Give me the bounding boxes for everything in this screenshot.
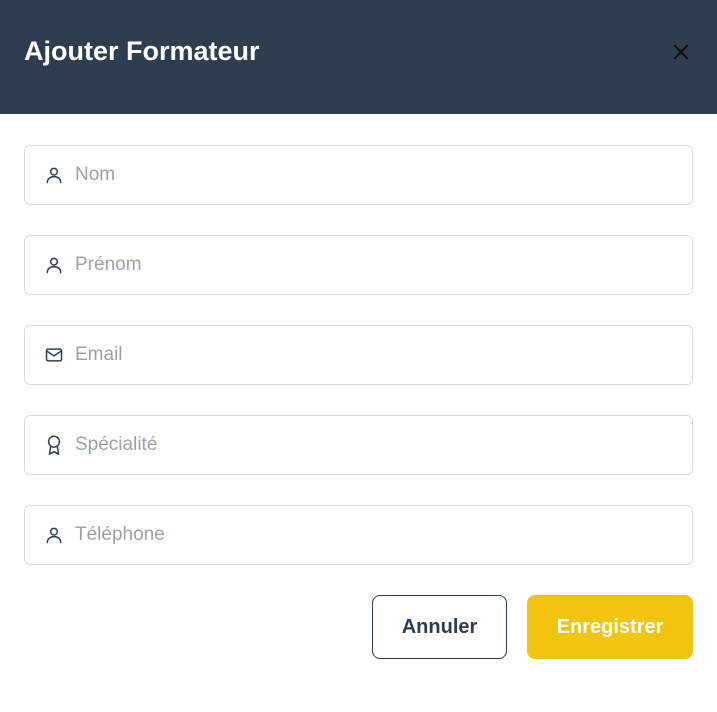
close-button[interactable] (667, 38, 695, 66)
specialite-input[interactable] (75, 416, 675, 474)
close-icon (673, 44, 689, 60)
nom-input[interactable] (75, 146, 675, 204)
nom-field[interactable] (24, 145, 693, 205)
prenom-field[interactable] (24, 235, 693, 295)
dialog-header: Ajouter Formateur (0, 0, 717, 114)
email-field[interactable] (24, 325, 693, 385)
mail-icon (43, 344, 65, 366)
telephone-input[interactable] (75, 506, 675, 564)
cancel-button[interactable]: Annuler (372, 595, 507, 659)
email-input[interactable] (75, 326, 675, 384)
telephone-field[interactable] (24, 505, 693, 565)
add-trainer-dialog: Ajouter Formateur Nom Prénom Email Spéci… (0, 0, 717, 712)
save-button[interactable]: Enregistrer (527, 595, 693, 659)
award-icon (43, 434, 65, 456)
user-icon (43, 164, 65, 186)
dialog-title: Ajouter Formateur (24, 36, 260, 66)
user-icon (43, 254, 65, 276)
prenom-input[interactable] (75, 236, 675, 294)
user-icon (43, 524, 65, 546)
specialite-field[interactable] (24, 415, 693, 475)
